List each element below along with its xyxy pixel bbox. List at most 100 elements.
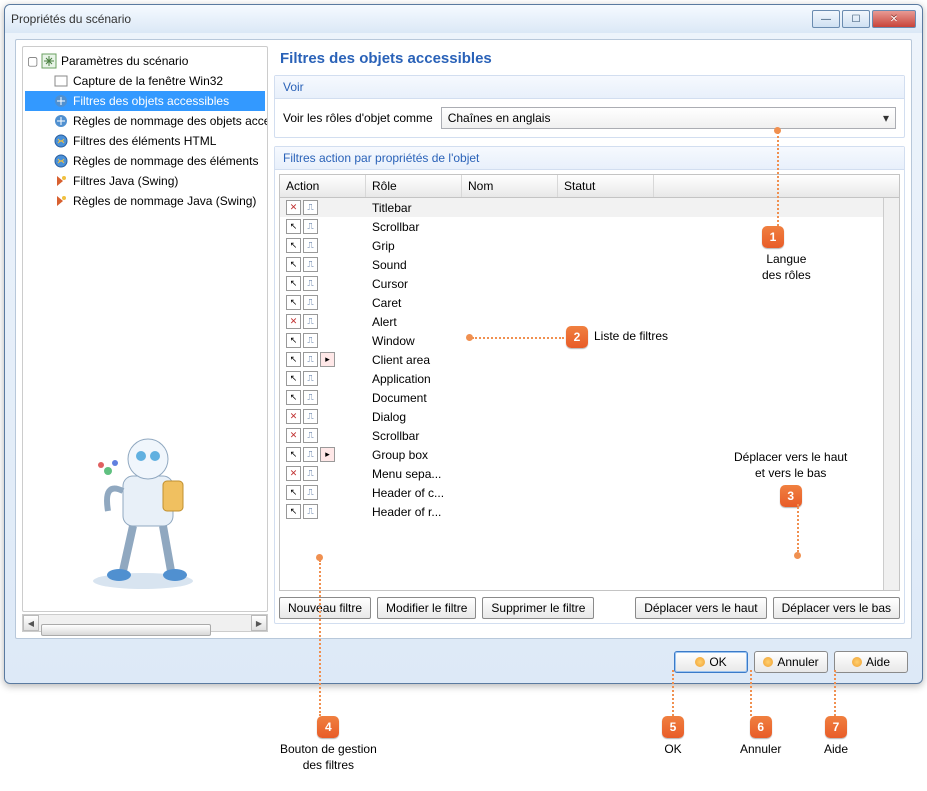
new-filter-button[interactable]: Nouveau filtre	[279, 597, 371, 619]
move-up-button[interactable]: Déplacer vers le haut	[635, 597, 766, 619]
hierarchy-icon: ⎍	[303, 371, 318, 386]
cancel-button[interactable]: Annuler	[754, 651, 828, 673]
hierarchy-icon: ⎍	[303, 428, 318, 443]
filter-buttons-row: Nouveau filtre Modifier le filtre Suppri…	[279, 597, 900, 619]
tree-item[interactable]: Règles de nommage Java (Swing)	[25, 191, 265, 211]
annotation-6: 6 Annuler	[740, 716, 781, 758]
tree-item[interactable]: Filtres des éléments HTML	[25, 131, 265, 151]
col-action[interactable]: Action	[280, 175, 366, 197]
col-role[interactable]: Rôle	[366, 175, 462, 197]
cell-role: Titlebar	[366, 201, 462, 215]
tree-item-label: Règles de nommage des objets accessibles	[73, 114, 268, 128]
annotation-4: 4 Bouton de gestion des filtres	[280, 716, 377, 773]
window-title: Propriétés du scénario	[11, 12, 812, 26]
cell-role: Alert	[366, 315, 462, 329]
cursor-icon: ↖	[286, 371, 301, 386]
cell-role: Grip	[366, 239, 462, 253]
tree-item[interactable]: Règles de nommage des objets accessibles	[25, 111, 265, 131]
col-statut[interactable]: Statut	[558, 175, 654, 197]
scroll-right-icon[interactable]: ▶	[251, 615, 267, 631]
tree-item-label: Règles de nommage des éléments	[73, 154, 258, 168]
ok-dot-icon	[695, 657, 705, 667]
disabled-icon: ✕	[286, 409, 301, 424]
minimize-button[interactable]: —	[812, 10, 840, 28]
cell-role: Application	[366, 372, 462, 386]
tree-item-icon	[53, 193, 69, 209]
disabled-icon: ✕	[286, 314, 301, 329]
cursor-icon: ↖	[286, 257, 301, 272]
tree-item[interactable]: Règles de nommage des éléments	[25, 151, 265, 171]
table-row[interactable]: ✕⎍Titlebar	[280, 198, 883, 217]
table-row[interactable]: ✕⎍ Scrollbar	[280, 426, 883, 445]
hierarchy-icon: ⎍	[303, 466, 318, 481]
cell-role: Dialog	[366, 410, 462, 424]
cursor-icon: ↖	[286, 352, 301, 367]
hierarchy-icon: ⎍	[303, 295, 318, 310]
tree-item-icon	[53, 73, 69, 89]
cell-role: Document	[366, 391, 462, 405]
cell-role: Cursor	[366, 277, 462, 291]
annotation-1: 1 Langue des rôles	[762, 226, 811, 283]
cell-role: Header of c...	[366, 486, 462, 500]
filters-group-header: Filtres action par propriétés de l'objet	[275, 147, 904, 170]
table-row[interactable]: ↖⎍Caret	[280, 293, 883, 312]
delete-filter-button[interactable]: Supprimer le filtre	[482, 597, 594, 619]
table-row[interactable]: ↖⎍Document	[280, 388, 883, 407]
help-dot-icon	[852, 657, 862, 667]
table-row[interactable]: ↖⎍ Application	[280, 369, 883, 388]
voir-group: Voir Voir les rôles d'objet comme Chaîne…	[274, 75, 905, 138]
table-row[interactable]: ✕⎍ Dialog	[280, 407, 883, 426]
tree-item-label: Filtres des éléments HTML	[73, 134, 216, 148]
cell-role: Window	[366, 334, 462, 348]
footer-buttons: OK Annuler Aide	[674, 651, 908, 673]
cursor-icon: ↖	[286, 295, 301, 310]
dialog-window: Propriétés du scénario — ☐ ✕ ▢ Paramètre…	[4, 4, 923, 684]
cursor-icon: ↖	[286, 333, 301, 348]
disabled-icon: ✕	[286, 200, 301, 215]
annotation-5: 5 OK	[662, 716, 684, 758]
hierarchy-icon: ⎍	[303, 333, 318, 348]
tree-root[interactable]: ▢ Paramètres du scénario	[25, 51, 265, 71]
left-panel: ▢ Paramètres du scénario Capture de la f…	[22, 46, 268, 632]
cell-role: Sound	[366, 258, 462, 272]
cursor-icon: ↖	[286, 390, 301, 405]
grid-header: Action Rôle Nom Statut	[280, 175, 899, 198]
help-button[interactable]: Aide	[834, 651, 908, 673]
cursor-icon: ↖	[286, 276, 301, 291]
disabled-icon: ✕	[286, 428, 301, 443]
scroll-thumb[interactable]	[41, 624, 211, 636]
filters-group: Filtres action par propriétés de l'objet…	[274, 146, 905, 624]
col-nom[interactable]: Nom	[462, 175, 558, 197]
tree-item[interactable]: Filtres Java (Swing)	[25, 171, 265, 191]
ok-button[interactable]: OK	[674, 651, 748, 673]
hierarchy-icon: ⎍	[303, 238, 318, 253]
cell-role: Menu sepa...	[366, 467, 462, 481]
edit-filter-button[interactable]: Modifier le filtre	[377, 597, 476, 619]
close-button[interactable]: ✕	[872, 10, 916, 28]
scroll-left-icon[interactable]: ◀	[23, 615, 39, 631]
hierarchy-icon: ⎍	[303, 352, 318, 367]
titlebar[interactable]: Propriétés du scénario — ☐ ✕	[5, 5, 922, 33]
collapse-icon[interactable]: ▢	[27, 54, 37, 68]
tree-item[interactable]: Filtres des objets accessibles	[25, 91, 265, 111]
voir-group-header: Voir	[275, 76, 904, 99]
cell-role: Client area	[366, 353, 462, 367]
nav-tree[interactable]: ▢ Paramètres du scénario Capture de la f…	[22, 46, 268, 612]
settings-icon	[41, 53, 57, 69]
tree-item-icon	[53, 113, 69, 129]
tree-item-icon	[53, 173, 69, 189]
role-language-combo[interactable]: Chaînes en anglais	[441, 107, 896, 129]
tree-item[interactable]: Capture de la fenêtre Win32	[25, 71, 265, 91]
maximize-button[interactable]: ☐	[842, 10, 870, 28]
hierarchy-icon: ⎍	[303, 409, 318, 424]
flag-icon: ▸	[320, 352, 335, 367]
grid-vscrollbar[interactable]	[883, 198, 899, 590]
robot-illustration	[63, 421, 223, 591]
tree-item-icon	[53, 133, 69, 149]
tree-item-label: Filtres Java (Swing)	[73, 174, 178, 188]
tree-hscrollbar[interactable]: ◀ ▶	[22, 614, 268, 632]
table-row[interactable]: ↖⎍▸ Client area	[280, 350, 883, 369]
move-down-button[interactable]: Déplacer vers le bas	[773, 597, 900, 619]
cell-role: Scrollbar	[366, 429, 462, 443]
tree-item-label: Règles de nommage Java (Swing)	[73, 194, 256, 208]
